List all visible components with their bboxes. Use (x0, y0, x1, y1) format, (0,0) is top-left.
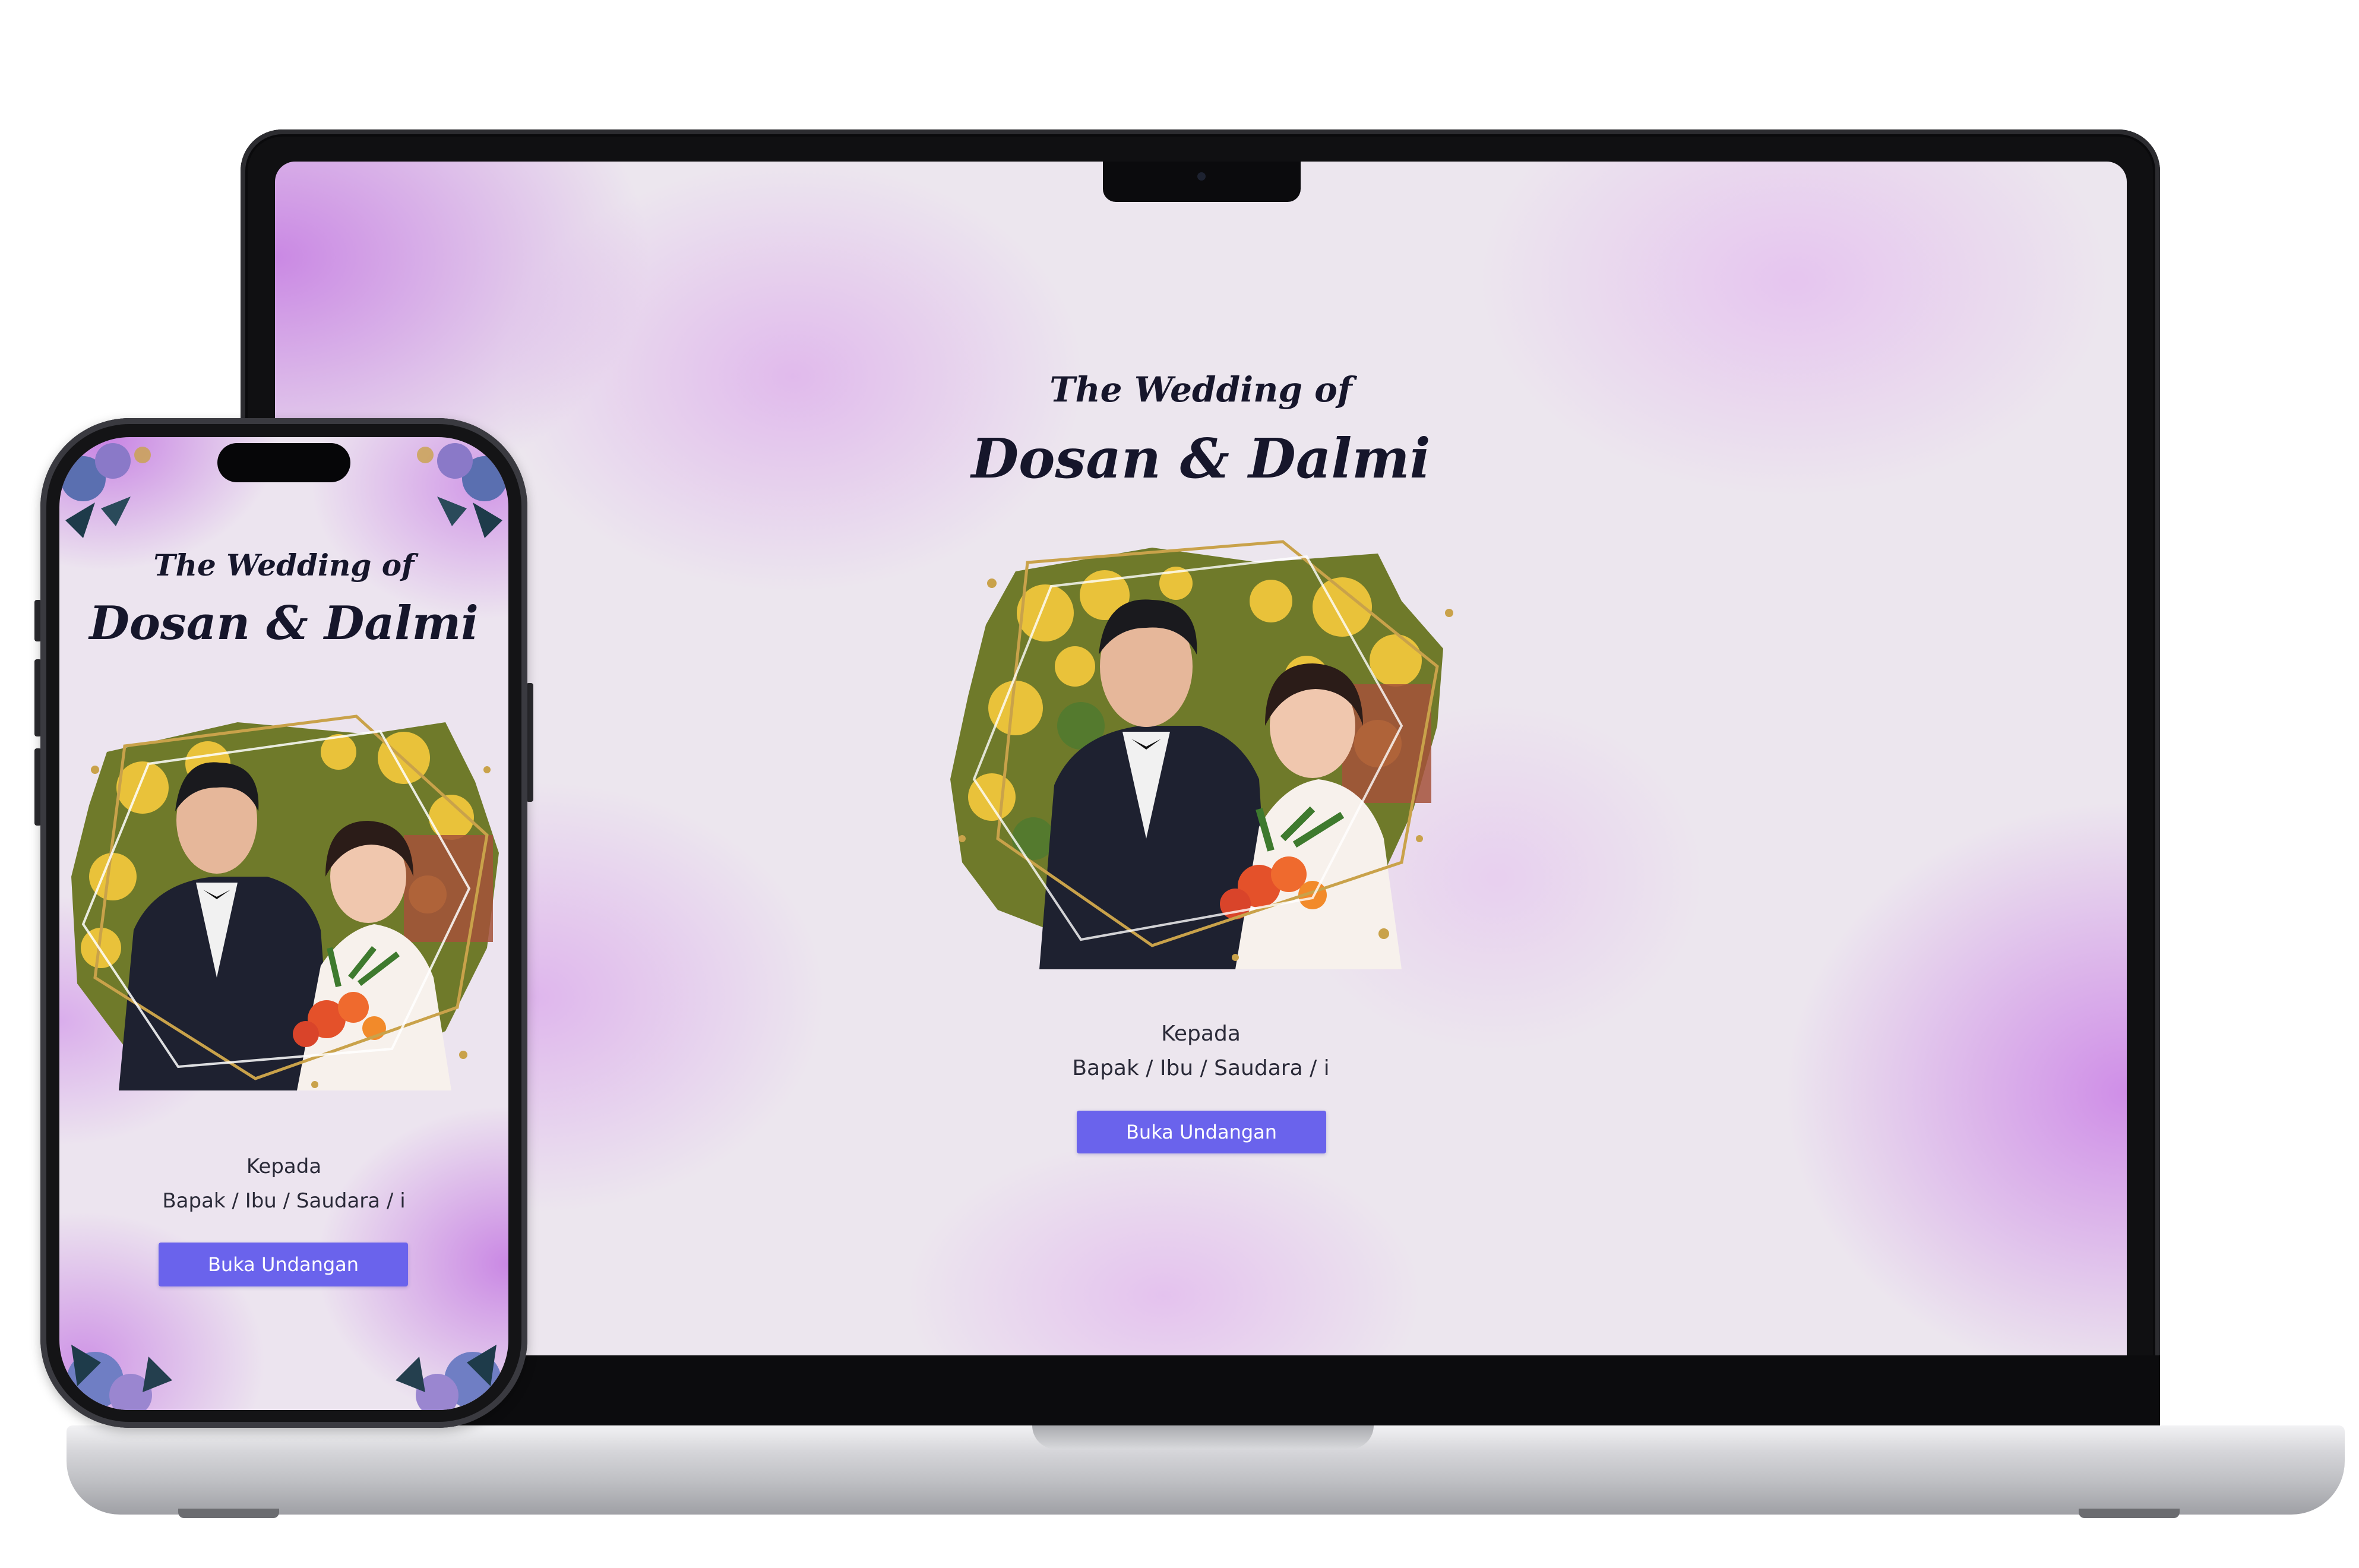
open-invitation-button[interactable]: Buka Undangan (159, 1243, 408, 1286)
laptop-screen: The Wedding of Dosan & Dalmi Kepada Bapa… (275, 162, 2127, 1355)
floral-corner-icon (396, 1345, 501, 1410)
wedding-heading: The Wedding of (1049, 369, 1352, 410)
couple-names: Dosan & Dalmi (89, 596, 479, 650)
dynamic-island (217, 443, 350, 482)
couple-photo-icon (950, 540, 1453, 969)
laptop-foot (178, 1509, 279, 1518)
couple-names: Dosan & Dalmi (971, 426, 1431, 491)
wedding-heading: The Wedding of (153, 548, 415, 583)
camera-icon (1197, 172, 1206, 181)
open-invitation-button[interactable]: Buka Undangan (1077, 1111, 1326, 1153)
recipient-name: Bapak / Ibu / Saudara / i (1072, 1056, 1330, 1080)
couple-photo-icon (71, 715, 499, 1090)
to-label: Kepada (1161, 1022, 1241, 1046)
phone-screen: The Wedding of Dosan & Dalmi Kepada Bapa… (59, 437, 508, 1410)
laptop-opening-groove (1032, 1425, 1374, 1449)
floral-corner-icon (67, 1345, 172, 1410)
to-label: Kepada (246, 1155, 322, 1178)
laptop-chin (241, 1355, 2160, 1429)
laptop-foot (2079, 1509, 2180, 1518)
laptop-notch (1103, 162, 1301, 202)
recipient-name: Bapak / Ibu / Saudara / i (162, 1189, 406, 1213)
